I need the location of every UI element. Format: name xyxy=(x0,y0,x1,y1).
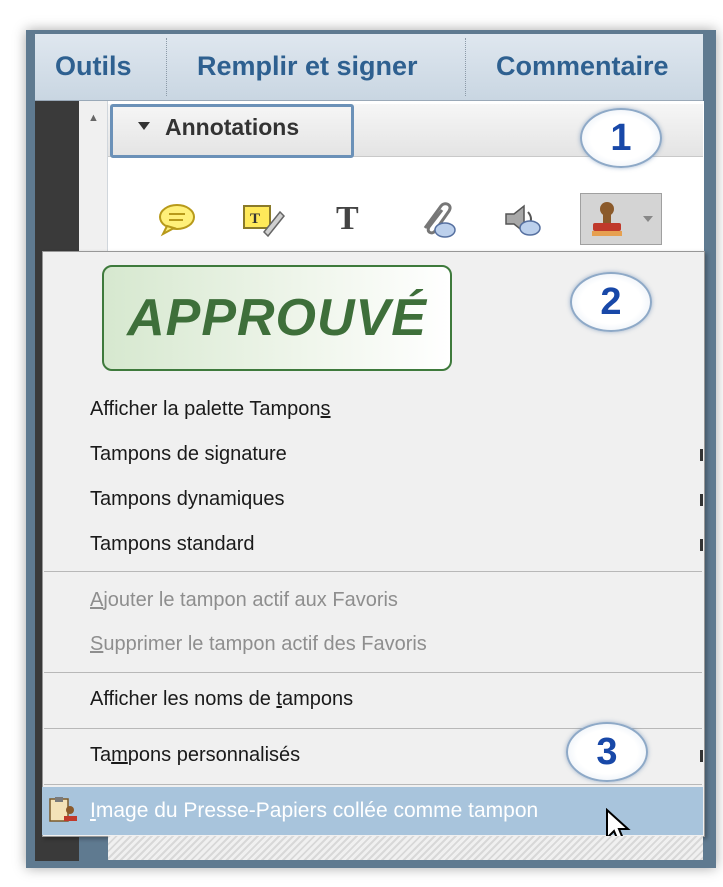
tab-commentaire[interactable]: Commentaire xyxy=(496,48,669,84)
highlight-text-icon[interactable]: T xyxy=(240,198,286,240)
scroll-up-icon[interactable]: ▲ xyxy=(88,112,99,124)
menu-item-signature-stamps[interactable]: Tampons de signature xyxy=(90,443,287,466)
attach-file-icon[interactable] xyxy=(415,198,459,240)
panel-bottom-hatch xyxy=(108,836,703,860)
menu-item-remove-favorite: Supprimer le tampon actif des Favoris xyxy=(90,633,427,655)
stamp-preview-approuve[interactable]: APPROUVÉ xyxy=(102,265,452,371)
submenu-arrow-icon xyxy=(700,539,703,551)
tab-outils[interactable]: Outils xyxy=(55,48,132,84)
menu-item-add-favorite: Ajouter le tampon actif aux Favoris xyxy=(90,589,398,611)
callout-badge-1: 1 xyxy=(580,108,662,168)
menu-separator xyxy=(44,784,702,785)
paste-clipboard-label[interactable]: Image du Presse-Papiers collée comme tam… xyxy=(90,799,538,823)
stamp-tool-button[interactable] xyxy=(580,193,662,245)
tab-separator xyxy=(166,38,167,96)
menu-separator xyxy=(44,571,702,572)
callout-badge-2: 2 xyxy=(570,272,652,332)
menu-item-standard-stamps[interactable]: Tampons standard xyxy=(90,533,255,556)
record-audio-icon[interactable] xyxy=(500,198,544,240)
menu-separator xyxy=(44,672,702,673)
callout-highlight-box xyxy=(110,104,354,158)
chevron-down-icon xyxy=(643,216,653,222)
submenu-arrow-icon xyxy=(700,750,703,762)
menu-item-dynamic-stamps[interactable]: Tampons dynamiques xyxy=(90,488,285,511)
tab-bar: Outils Remplir et signer Commentaire xyxy=(35,34,703,101)
tab-remplir-et-signer[interactable]: Remplir et signer xyxy=(197,48,418,84)
text-tool-icon[interactable]: T xyxy=(336,198,359,240)
callout-badge-3: 3 xyxy=(566,722,648,782)
menu-item-show-palette[interactable]: Afficher la palette Tampons xyxy=(90,398,331,421)
submenu-arrow-icon xyxy=(700,449,703,461)
sticky-note-icon[interactable] xyxy=(155,198,199,240)
menu-item-show-stamp-names[interactable]: Afficher les noms de tampons xyxy=(90,688,353,711)
submenu-arrow-icon xyxy=(700,494,703,506)
tab-separator xyxy=(465,38,466,96)
menu-item-custom-stamps[interactable]: Tampons personnalisés xyxy=(90,744,300,767)
svg-text:T: T xyxy=(250,211,260,227)
clipboard-stamp-icon xyxy=(48,797,80,830)
